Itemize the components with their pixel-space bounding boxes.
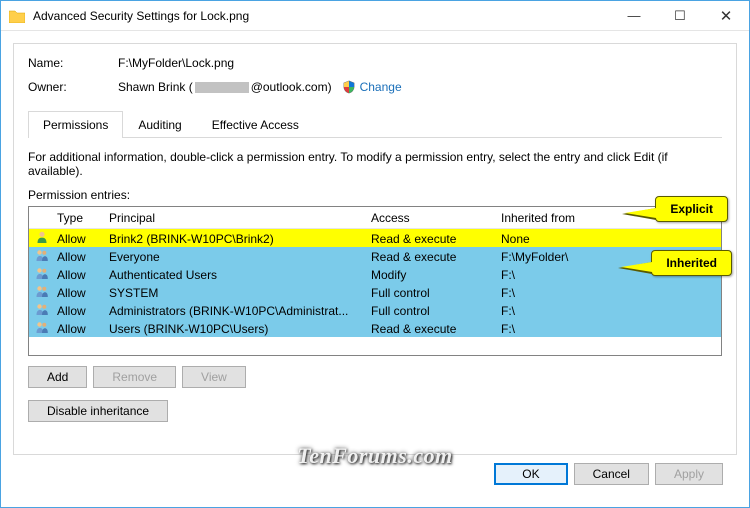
cell-inherited: None <box>495 232 605 246</box>
cell-access: Read & execute <box>365 322 495 336</box>
owner-suffix: @outlook.com) <box>251 80 332 94</box>
table-row[interactable]: AllowAuthenticated UsersModifyF:\ <box>29 265 721 283</box>
header-inherited[interactable]: Inherited from <box>495 211 605 225</box>
view-button: View <box>182 366 246 388</box>
info-text: For additional information, double-click… <box>28 150 722 178</box>
change-owner-link[interactable]: Change <box>342 80 402 94</box>
permissions-grid[interactable]: Type Principal Access Inherited from All… <box>28 206 722 356</box>
cell-access: Full control <box>365 304 495 318</box>
table-row[interactable]: AllowAdministrators (BRINK-W10PC\Adminis… <box>29 301 721 319</box>
user-icon <box>29 266 51 283</box>
cell-inherited: F:\MyFolder\ <box>495 250 605 264</box>
callout-inherited-label: Inherited <box>666 256 717 270</box>
cell-inherited: F:\ <box>495 286 605 300</box>
close-button[interactable]: ✕ <box>703 1 749 31</box>
cell-access: Full control <box>365 286 495 300</box>
name-value: F:\MyFolder\Lock.png <box>118 56 234 70</box>
shield-icon <box>342 80 356 94</box>
add-button[interactable]: Add <box>28 366 87 388</box>
apply-button: Apply <box>655 463 723 485</box>
ok-button[interactable]: OK <box>494 463 567 485</box>
callout-explicit: Explicit <box>655 196 728 222</box>
cancel-button[interactable]: Cancel <box>574 463 649 485</box>
user-icon <box>29 320 51 337</box>
change-label: Change <box>360 80 402 94</box>
button-row-2: Disable inheritance <box>28 400 722 422</box>
grid-header: Type Principal Access Inherited from <box>29 207 721 229</box>
cell-access: Modify <box>365 268 495 282</box>
cell-type: Allow <box>51 232 103 246</box>
callout-inherited: Inherited <box>651 250 732 276</box>
window: Advanced Security Settings for Lock.png … <box>0 0 750 508</box>
user-icon <box>29 230 51 247</box>
folder-icon <box>9 9 25 23</box>
cell-type: Allow <box>51 322 103 336</box>
entries-label: Permission entries: <box>28 188 722 202</box>
owner-label: Owner: <box>28 80 118 94</box>
disable-inheritance-button[interactable]: Disable inheritance <box>28 400 168 422</box>
cell-inherited: F:\ <box>495 322 605 336</box>
table-row[interactable]: AllowEveryoneRead & executeF:\MyFolder\ <box>29 247 721 265</box>
table-row[interactable]: AllowSYSTEMFull controlF:\ <box>29 283 721 301</box>
cell-type: Allow <box>51 268 103 282</box>
header-principal[interactable]: Principal <box>103 211 365 225</box>
tabs: Permissions Auditing Effective Access <box>28 110 722 138</box>
name-label: Name: <box>28 56 118 70</box>
cell-principal: SYSTEM <box>103 286 365 300</box>
titlebar: Advanced Security Settings for Lock.png … <box>1 1 749 31</box>
table-row[interactable]: AllowUsers (BRINK-W10PC\Users)Read & exe… <box>29 319 721 337</box>
cell-principal: Administrators (BRINK-W10PC\Administrat.… <box>103 304 365 318</box>
tab-permissions[interactable]: Permissions <box>28 111 123 138</box>
user-icon <box>29 284 51 301</box>
name-field: Name: F:\MyFolder\Lock.png <box>28 56 722 70</box>
cell-inherited: F:\ <box>495 268 605 282</box>
header-access[interactable]: Access <box>365 211 495 225</box>
cell-type: Allow <box>51 286 103 300</box>
window-title: Advanced Security Settings for Lock.png <box>33 9 611 23</box>
grid-body: AllowBrink2 (BRINK-W10PC\Brink2)Read & e… <box>29 229 721 337</box>
owner-value: Shawn Brink ( @outlook.com) <box>118 80 332 94</box>
table-row[interactable]: AllowBrink2 (BRINK-W10PC\Brink2)Read & e… <box>29 229 721 247</box>
callout-explicit-label: Explicit <box>670 202 713 216</box>
user-icon <box>29 248 51 265</box>
cell-inherited: F:\ <box>495 304 605 318</box>
header-type[interactable]: Type <box>51 211 103 225</box>
dialog-buttons: OK Cancel Apply <box>13 455 737 495</box>
remove-button: Remove <box>93 366 176 388</box>
tab-effective-access[interactable]: Effective Access <box>197 111 314 138</box>
minimize-button[interactable]: — <box>611 1 657 31</box>
cell-principal: Brink2 (BRINK-W10PC\Brink2) <box>103 232 365 246</box>
owner-prefix: Shawn Brink ( <box>118 80 193 94</box>
cell-type: Allow <box>51 250 103 264</box>
maximize-button[interactable]: ☐ <box>657 1 703 31</box>
cell-principal: Users (BRINK-W10PC\Users) <box>103 322 365 336</box>
owner-field: Owner: Shawn Brink ( @outlook.com) <box>28 80 722 94</box>
tab-auditing[interactable]: Auditing <box>123 111 196 138</box>
owner-redacted <box>195 82 249 93</box>
cell-access: Read & execute <box>365 232 495 246</box>
user-icon <box>29 302 51 319</box>
content-area: Name: F:\MyFolder\Lock.png Owner: Shawn … <box>1 31 749 507</box>
cell-principal: Authenticated Users <box>103 268 365 282</box>
button-row: Add Remove View <box>28 366 722 388</box>
main-panel: Name: F:\MyFolder\Lock.png Owner: Shawn … <box>13 43 737 455</box>
cell-principal: Everyone <box>103 250 365 264</box>
cell-type: Allow <box>51 304 103 318</box>
cell-access: Read & execute <box>365 250 495 264</box>
